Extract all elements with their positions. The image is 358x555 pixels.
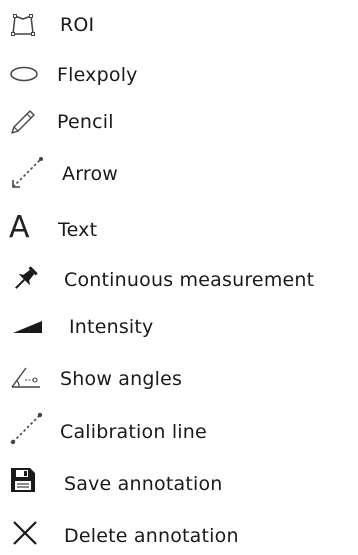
menu-item-arrow[interactable]: Arrow (0, 153, 358, 193)
menu-item-flexpoly[interactable]: Flexpoly (0, 53, 358, 93)
menu-item-label: Flexpoly (57, 64, 138, 86)
menu-item-text[interactable]: A Text (0, 208, 358, 248)
annotation-tools-menu: ROI Flexpoly Pencil Arrow A Text Continu… (0, 0, 358, 555)
close-icon (11, 519, 39, 547)
menu-item-label: Calibration line (60, 421, 207, 443)
roi-polygon-icon (10, 14, 36, 36)
menu-item-show-angles[interactable]: Show angles (0, 358, 358, 398)
menu-item-label: Continuous measurement (64, 269, 315, 291)
menu-item-pencil[interactable]: Pencil (0, 101, 358, 141)
arrow-icon (9, 155, 45, 191)
menu-item-roi[interactable]: ROI (0, 3, 358, 43)
menu-item-label: Show angles (60, 368, 183, 390)
pushpin-icon (10, 264, 40, 294)
menu-item-label: ROI (60, 14, 95, 36)
menu-item-intensity[interactable]: Intensity (0, 306, 358, 346)
intensity-icon (12, 320, 44, 334)
menu-item-label: Save annotation (64, 473, 223, 495)
menu-item-label: Delete annotation (64, 525, 239, 547)
menu-item-label: Pencil (57, 111, 114, 133)
calibration-line-icon (9, 411, 45, 447)
menu-item-save-annotation[interactable]: Save annotation (0, 461, 358, 501)
menu-item-delete-annotation[interactable]: Delete annotation (0, 514, 358, 554)
menu-item-label: Intensity (69, 316, 154, 338)
ellipse-icon (9, 65, 39, 83)
angle-icon (10, 364, 44, 390)
menu-item-continuous-measurement[interactable]: Continuous measurement (0, 259, 358, 299)
menu-item-calibration-line[interactable]: Calibration line (0, 409, 358, 449)
pencil-icon (9, 108, 37, 136)
menu-item-label: Arrow (62, 163, 119, 185)
text-icon: A (9, 210, 30, 245)
floppy-disk-icon (10, 467, 36, 493)
menu-item-label: Text (58, 219, 98, 241)
